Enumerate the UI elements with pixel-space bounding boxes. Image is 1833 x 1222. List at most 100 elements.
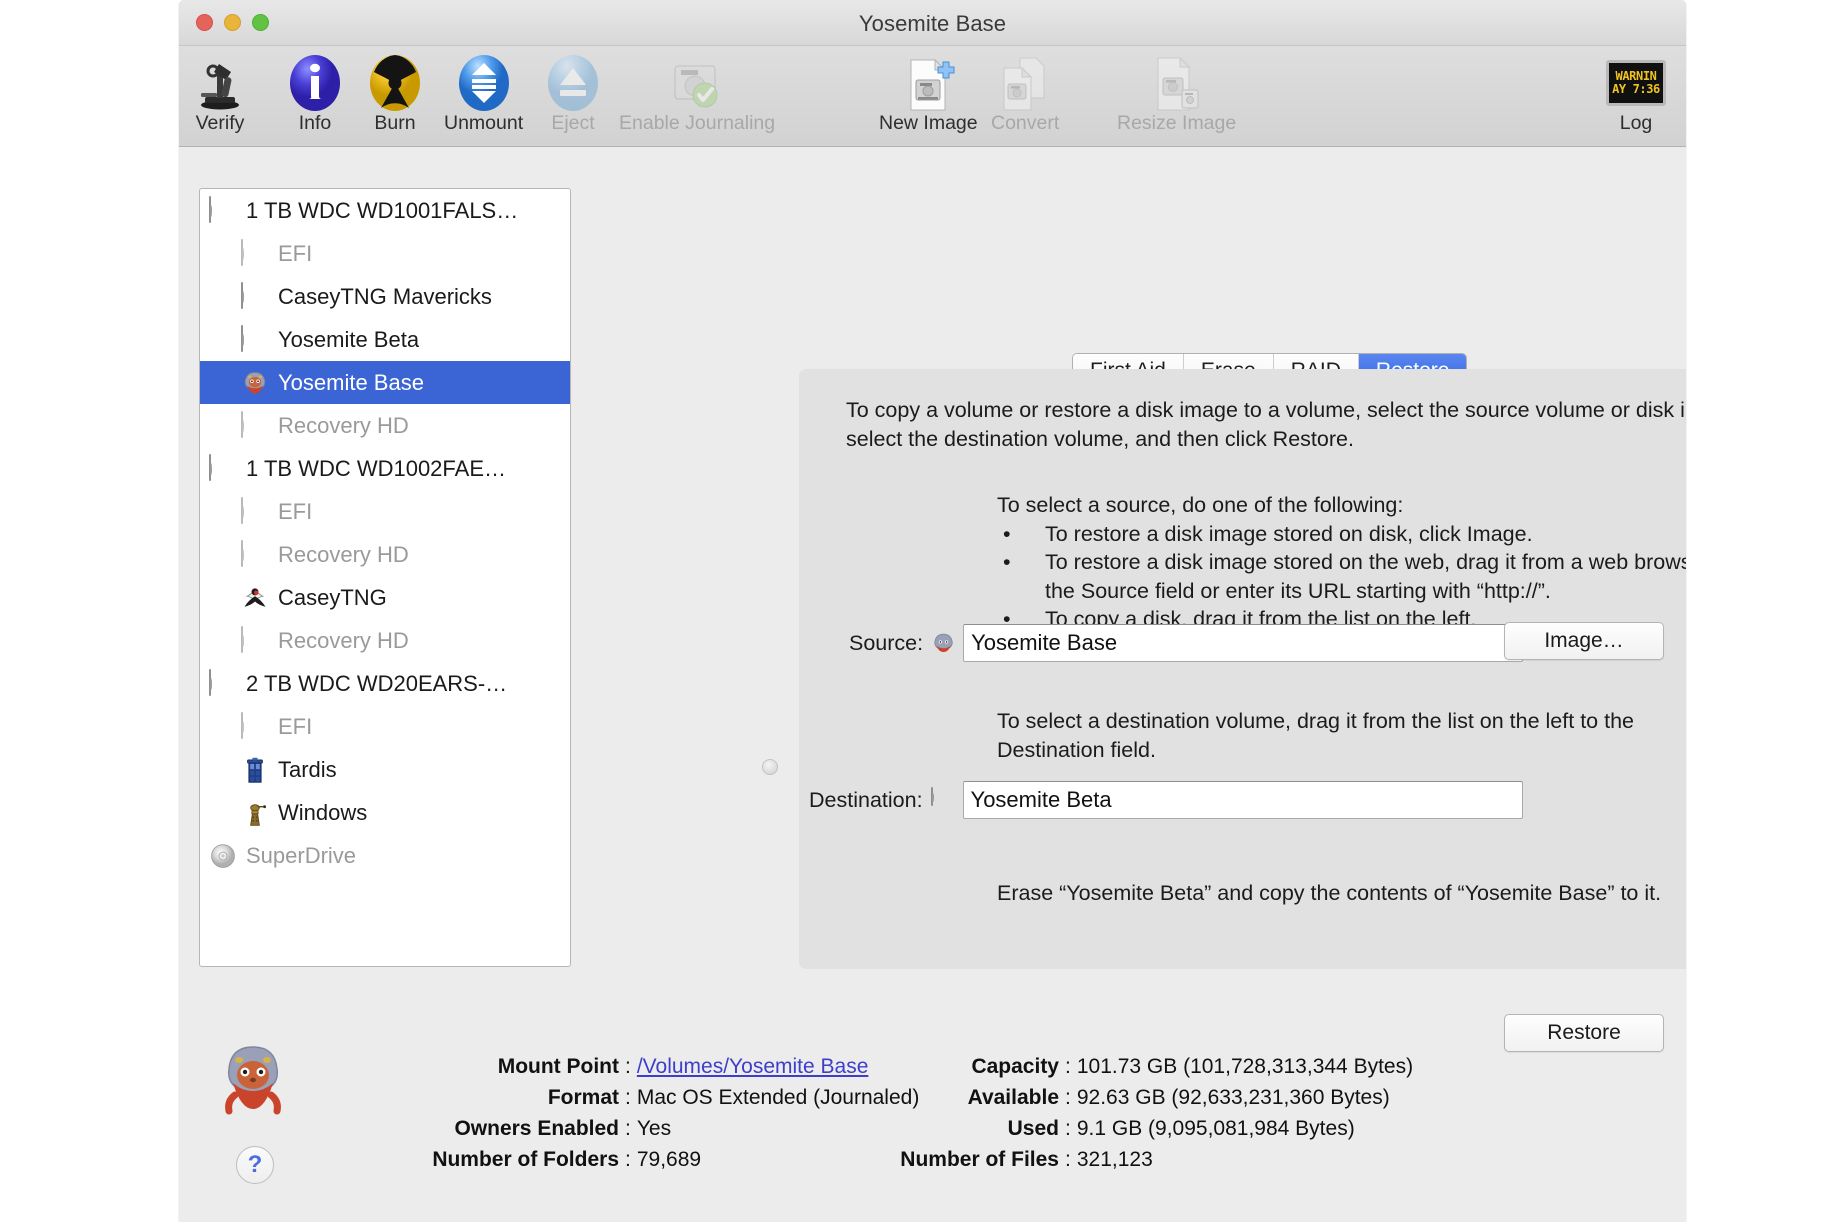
toolbar-button-enable-journaling[interactable]: Enable Journaling (619, 52, 775, 135)
info-key: Capacity (971, 1055, 1059, 1078)
toolbar: Verify Info Burn Unmount Eject Enable Jo… (179, 46, 1686, 147)
volume-list-item[interactable]: EFI (200, 490, 570, 533)
toolbar-button-burn[interactable]: Burn (369, 52, 421, 135)
hard-disk-icon (241, 324, 269, 354)
bird-mascot-icon (241, 584, 269, 612)
source-step-item: • To restore a disk image stored on disk… (997, 520, 1686, 549)
info-separator: : (625, 1117, 631, 1140)
help-button[interactable]: ? (236, 1146, 274, 1184)
volume-list-item[interactable]: 1 TB WDC WD1002FAE… (200, 447, 570, 490)
toolbar-button-new-image[interactable]: New Image (879, 52, 978, 135)
toolbar-label: Enable Journaling (619, 112, 776, 134)
hard-disk-icon (209, 453, 237, 483)
hard-disk-icon (241, 281, 269, 311)
info-value: 79,689 (636, 1148, 702, 1171)
source-step-text: To restore a disk image stored on disk, … (1045, 521, 1533, 546)
info-separator: : (625, 1055, 631, 1078)
info-row: Format: Mac OS Extended (Journaled) (329, 1082, 920, 1113)
toolbar-button-convert[interactable]: Convert (991, 52, 1059, 135)
info-row: Number of Folders:79,689 (329, 1144, 919, 1175)
volume-info-left-column: Mount Point: /Volumes/Yosemite Base Format… (329, 1051, 919, 1175)
info-separator: : (1065, 1086, 1071, 1109)
volume-list-item-label: 1 TB WDC WD1002FAE… (246, 455, 506, 481)
volume-list-item[interactable]: Yosemite Beta (200, 318, 570, 361)
gopher-mascot-icon (217, 1039, 289, 1119)
toolbar-label: Unmount (444, 112, 524, 134)
info-key: Used (1007, 1117, 1059, 1140)
source-label: Source: (849, 630, 924, 655)
tardis-icon (241, 756, 269, 784)
destination-value: Yosemite Beta (970, 787, 1112, 812)
info-row: Mount Point: /Volumes/Yosemite Base (329, 1051, 919, 1082)
volume-info-right-column: Capacity:101.73 GB (101,728,313,344 Byte… (839, 1051, 1413, 1175)
restore-intro-text: To copy a volume or restore a disk image… (846, 398, 1686, 451)
volume-list-item-label: Windows (278, 799, 368, 825)
info-row: Used:9.1 GB (9,095,081,984 Bytes) (839, 1113, 1413, 1144)
volume-list-item-label: EFI (278, 240, 313, 266)
splitter-handle[interactable] (762, 759, 778, 775)
source-step-text: To restore a disk image stored on the we… (1045, 550, 1686, 603)
volume-list-item-label: CaseyTNG (278, 584, 387, 610)
hard-disk-icon (930, 786, 956, 813)
volume-list-item[interactable]: Yosemite Base (200, 361, 570, 404)
hard-disk-icon (241, 625, 269, 655)
volume-list-item[interactable]: Recovery HD (200, 404, 570, 447)
source-field-row: Source: Yosemite Base (849, 624, 1524, 662)
destination-help-text: To select a destination volume, drag it … (997, 709, 1634, 762)
toolbar-label: Eject (551, 112, 595, 134)
volume-list-item[interactable]: Windows (200, 791, 570, 834)
volume-list-item[interactable]: 1 TB WDC WD1001FALS… (200, 189, 570, 232)
volume-list-item-label: EFI (278, 498, 313, 524)
info-separator: : (625, 1148, 631, 1171)
volume-list-item[interactable]: Recovery HD (200, 533, 570, 576)
toolbar-button-info[interactable]: Info (289, 52, 341, 135)
volume-list-item[interactable]: CaseyTNG (200, 576, 570, 619)
volume-list-item-label: Yosemite Beta (278, 326, 420, 352)
destination-input[interactable]: Yosemite Beta (962, 781, 1523, 819)
volume-list-item-label: Recovery HD (278, 627, 409, 653)
volume-list-item-label: CaseyTNG Mavericks (278, 283, 492, 309)
toolbar-button-unmount[interactable]: Unmount (444, 52, 523, 135)
info-value: Yes (636, 1117, 672, 1140)
toolbar-label: Info (298, 112, 332, 134)
toolbar-button-resize-image[interactable]: Resize Image (1117, 52, 1236, 135)
volume-list-item[interactable]: 2 TB WDC WD20EARS-… (200, 662, 570, 705)
restore-panel: To copy a volume or restore a disk image… (799, 369, 1686, 1052)
hard-disk-icon (241, 410, 269, 440)
volume-list-item[interactable]: SuperDrive (200, 834, 570, 877)
volume-list-item-label: 1 TB WDC WD1001FALS… (246, 197, 519, 223)
info-value: 9.1 GB (9,095,081,984 Bytes) (1076, 1117, 1355, 1140)
gopher-mascot-icon (931, 631, 956, 656)
toolbar-button-verify[interactable]: Verify (193, 52, 247, 135)
toolbar-label: Resize Image (1117, 112, 1237, 134)
source-input[interactable]: Yosemite Base (963, 624, 1524, 662)
toolbar-label: Convert (991, 112, 1060, 134)
info-row: Owners Enabled: Yes (329, 1113, 919, 1144)
new-image-plus-icon (879, 52, 978, 114)
info-key: Owners Enabled (454, 1117, 619, 1140)
destination-label: Destination: (809, 787, 923, 812)
volume-list-item[interactable]: Tardis (200, 748, 570, 791)
info-key: Mount Point (497, 1055, 619, 1078)
info-circle-icon (289, 52, 341, 114)
volume-list-item[interactable]: EFI (200, 232, 570, 275)
erase-note-text: Erase “Yosemite Beta” and copy the conte… (997, 881, 1662, 905)
volume-list-item-label: 2 TB WDC WD20EARS-… (246, 670, 508, 696)
bullet-icon: • (1003, 550, 1011, 574)
window-body: 1 TB WDC WD1001FALS… EFI CaseyTNG Maverick… (179, 147, 1686, 1221)
volume-list-item[interactable]: CaseyTNG Mavericks (200, 275, 570, 318)
volume-list[interactable]: 1 TB WDC WD1001FALS… EFI CaseyTNG Maverick… (199, 188, 571, 967)
volume-list-item-label: Yosemite Base (278, 369, 424, 395)
image-button[interactable]: Image… (1504, 622, 1664, 660)
info-key: Available (967, 1086, 1059, 1109)
toolbar-button-log[interactable]: WARNIN AY 7:36 Log (1606, 52, 1666, 135)
info-separator: : (1065, 1055, 1071, 1078)
volume-list-item[interactable]: Recovery HD (200, 619, 570, 662)
volume-list-item-label: SuperDrive (246, 842, 357, 868)
volume-list-item[interactable]: EFI (200, 705, 570, 748)
info-value-link[interactable]: /Volumes/Yosemite Base (637, 1051, 869, 1082)
volume-list-item-label: EFI (278, 713, 313, 739)
info-value: 101.73 GB (101,728,313,344 Bytes) (1076, 1055, 1414, 1078)
toolbar-button-eject[interactable]: Eject (547, 52, 599, 135)
info-row: Number of Files:321,123 (839, 1144, 1413, 1175)
